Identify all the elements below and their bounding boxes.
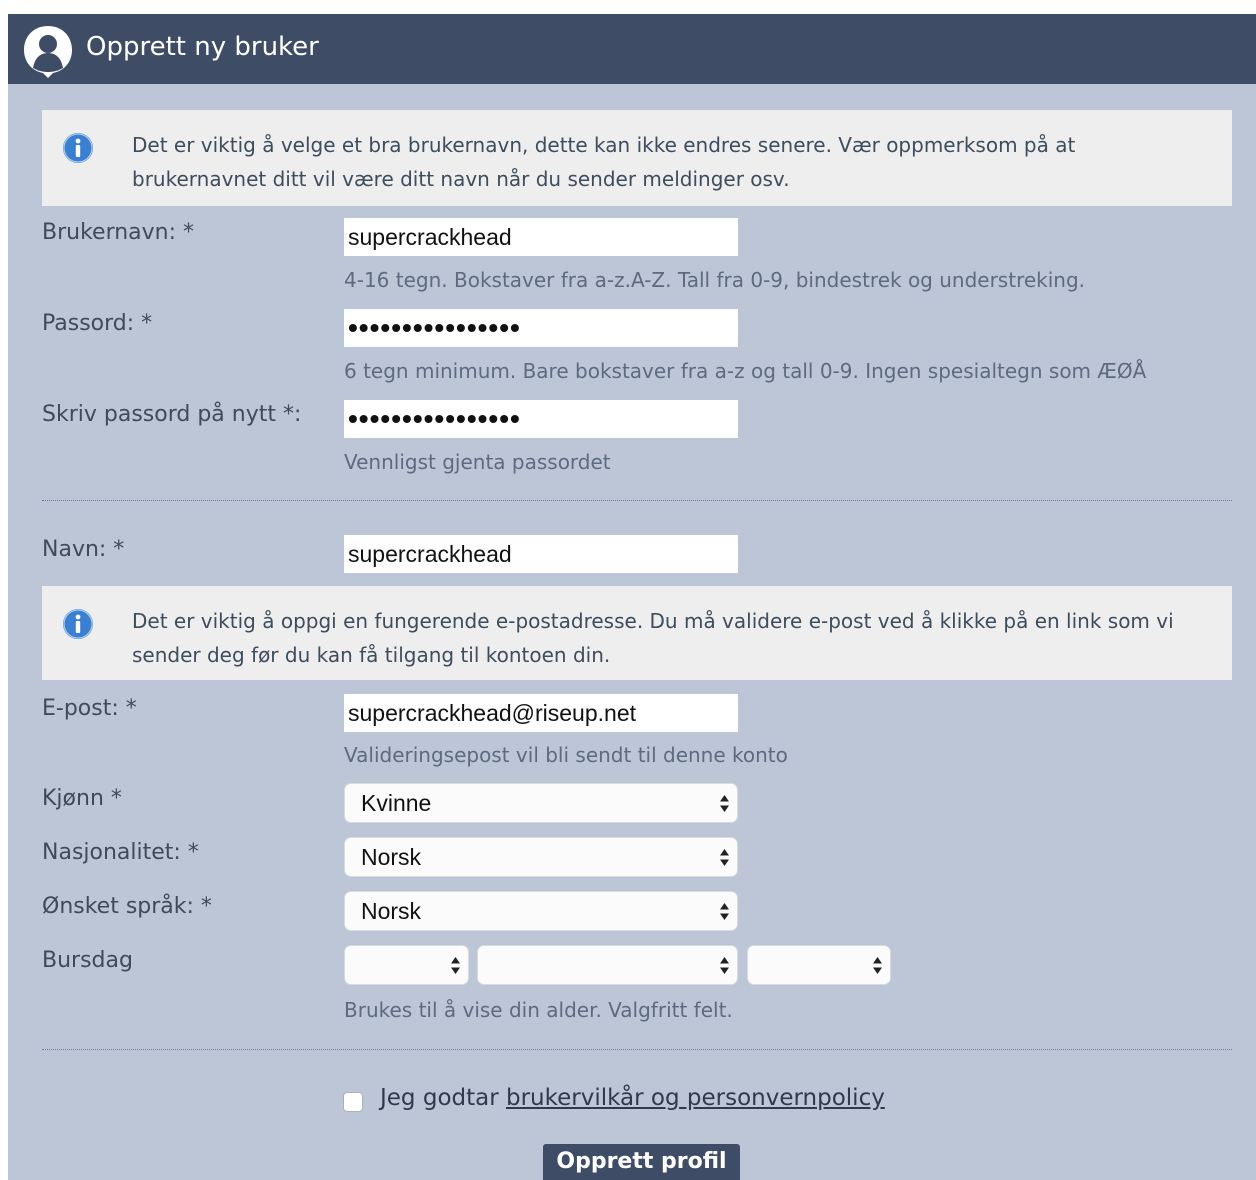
email-input[interactable] bbox=[344, 694, 738, 732]
email-label: E-post: * bbox=[42, 696, 137, 721]
birthday-month-select[interactable] bbox=[477, 945, 738, 985]
email-notice-text: Det er viktig å oppgi en fungerende e-po… bbox=[132, 609, 1174, 667]
updown-arrows-icon bbox=[720, 957, 729, 974]
password-label: Passord: * bbox=[42, 311, 153, 336]
language-select-value: Norsk bbox=[361, 898, 422, 924]
terms-prefix: Jeg godtar bbox=[380, 1085, 499, 1111]
username-label: Brukernavn: * bbox=[42, 220, 195, 245]
birthday-day-select[interactable] bbox=[344, 945, 469, 985]
section-divider bbox=[42, 500, 1232, 501]
password-repeat-hint: Vennligst gjenta passordet bbox=[344, 450, 611, 474]
username-input[interactable] bbox=[344, 218, 738, 256]
info-icon bbox=[63, 609, 93, 639]
name-label: Navn: * bbox=[42, 537, 125, 562]
terms-link[interactable]: brukervilkår og personvernpolicy bbox=[506, 1085, 885, 1111]
terms-text: Jeg godtar brukervilkår og personvernpol… bbox=[380, 1082, 885, 1114]
password-input[interactable] bbox=[344, 309, 738, 347]
email-notice: Det er viktig å oppgi en fungerende e-po… bbox=[42, 586, 1232, 680]
email-hint: Valideringsepost vil bli sendt til denne… bbox=[344, 743, 788, 767]
birthday-year-select[interactable] bbox=[747, 945, 891, 985]
updown-arrows-icon bbox=[720, 795, 729, 812]
create-profile-button[interactable]: Opprett profil bbox=[543, 1144, 740, 1180]
updown-arrows-icon bbox=[720, 849, 729, 866]
gender-select[interactable]: Kvinne bbox=[344, 783, 738, 823]
language-select[interactable]: Norsk bbox=[344, 891, 738, 931]
password-repeat-input[interactable] bbox=[344, 400, 738, 438]
info-icon bbox=[63, 133, 93, 163]
username-notice: Det er viktig å velge et bra brukernavn,… bbox=[42, 110, 1232, 206]
username-notice-text: Det er viktig å velge et bra brukernavn,… bbox=[132, 133, 1076, 191]
gender-label: Kjønn * bbox=[42, 786, 122, 811]
updown-arrows-icon bbox=[720, 903, 729, 920]
user-silhouette-icon bbox=[24, 26, 72, 78]
registration-panel: Opprett ny bruker Det er viktig å velge … bbox=[8, 14, 1256, 1180]
terms-checkbox[interactable] bbox=[343, 1092, 363, 1112]
username-hint: 4-16 tegn. Bokstaver fra a-z.A-Z. Tall f… bbox=[344, 268, 1086, 292]
nationality-select-value: Norsk bbox=[361, 844, 422, 870]
section-divider bbox=[42, 1049, 1232, 1050]
updown-arrows-icon bbox=[451, 957, 460, 974]
birthday-label: Bursdag bbox=[42, 948, 133, 973]
page-title: Opprett ny bruker bbox=[86, 32, 319, 62]
nationality-select[interactable]: Norsk bbox=[344, 837, 738, 877]
name-input[interactable] bbox=[344, 535, 738, 573]
nationality-label: Nasjonalitet: * bbox=[42, 840, 199, 865]
gender-select-value: Kvinne bbox=[361, 790, 432, 816]
password-hint: 6 tegn minimum. Bare bokstaver fra a-z o… bbox=[344, 359, 1147, 383]
language-label: Ønsket språk: * bbox=[42, 894, 212, 919]
password-repeat-label: Skriv passord på nytt *: bbox=[42, 402, 302, 427]
updown-arrows-icon bbox=[873, 957, 882, 974]
panel-header: Opprett ny bruker bbox=[8, 14, 1256, 84]
birthday-hint: Brukes til å vise din alder. Valgfritt f… bbox=[344, 998, 733, 1022]
